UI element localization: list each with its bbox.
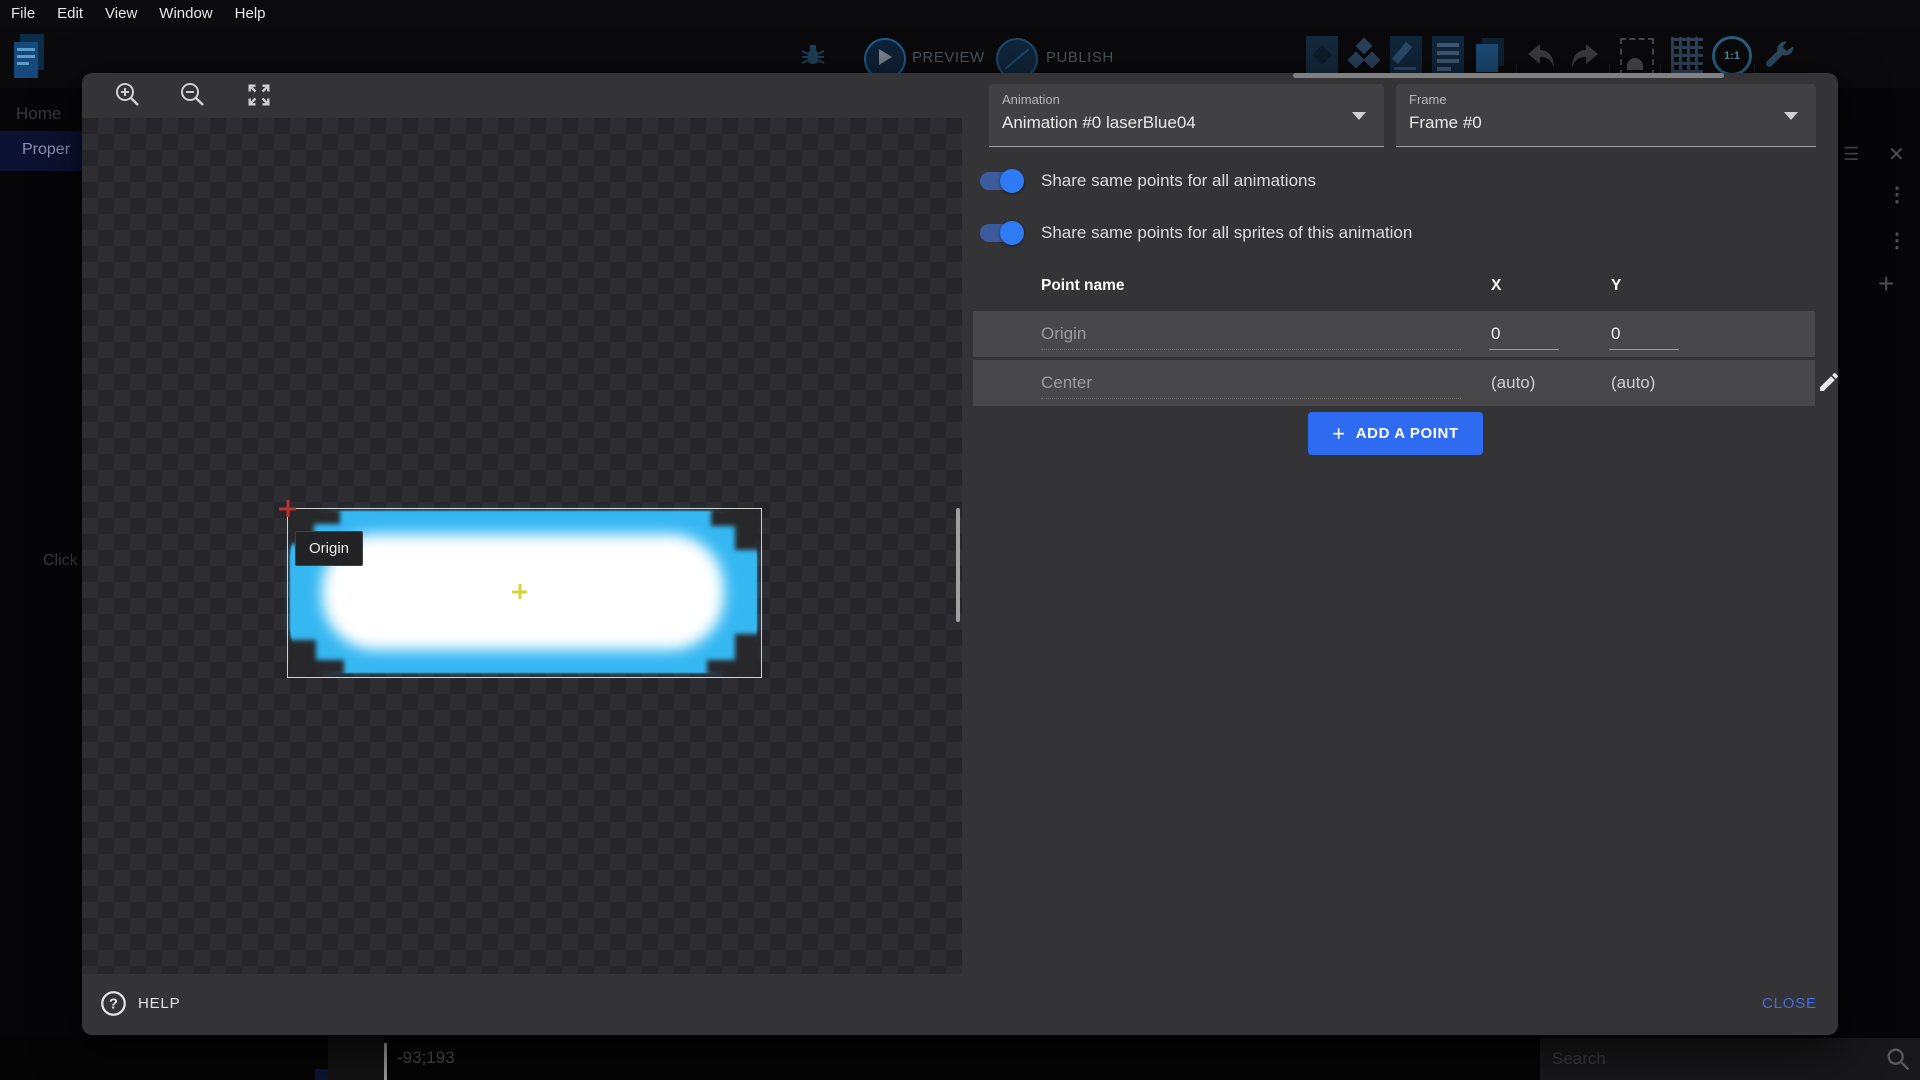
col-header-point-name: Point name <box>1041 277 1125 295</box>
edit-center-pencil-icon[interactable] <box>1817 370 1841 394</box>
animation-select-label: Animation <box>1002 92 1060 107</box>
frame-select-label: Frame <box>1409 92 1447 107</box>
menu-bar: File Edit View Window Help <box>0 0 1920 26</box>
edit-points-dialog: Origin Animation Animation #0 laserBlue0… <box>82 73 1838 1035</box>
share-points-all-animations-toggle[interactable] <box>980 172 1020 190</box>
instances-list-icon[interactable] <box>1432 36 1464 76</box>
project-manager-icon[interactable] <box>14 34 48 82</box>
kebab-menu-icon[interactable]: ⋮ <box>1887 182 1907 207</box>
add-point-label: ADD A POINT <box>1356 425 1459 442</box>
col-header-x: X <box>1491 277 1501 295</box>
publish-button[interactable]: PUBLISH <box>1046 49 1114 66</box>
layers-icon[interactable] <box>1474 36 1506 76</box>
menu-edit[interactable]: Edit <box>46 5 94 22</box>
point-y-cell: (auto) <box>1611 373 1655 393</box>
object-groups-icon[interactable] <box>1348 36 1380 76</box>
animation-select-value: Animation #0 laserBlue04 <box>1002 113 1196 133</box>
table-row-origin[interactable]: Origin 0 0 <box>973 311 1815 357</box>
menu-help[interactable]: Help <box>224 5 277 22</box>
add-point-button[interactable]: + ADD A POINT <box>1308 412 1483 455</box>
grid-icon[interactable] <box>1671 37 1703 73</box>
share-points-all-sprites-toggle[interactable] <box>980 224 1020 242</box>
svg-text:?: ? <box>109 997 118 1013</box>
tab-properties-label: Proper <box>22 141 70 159</box>
preview-scrollbar[interactable] <box>956 508 960 622</box>
preview-button[interactable]: PREVIEW <box>912 49 985 66</box>
frame-select-value: Frame #0 <box>1409 113 1482 133</box>
sprite-preview-canvas[interactable]: Origin <box>82 118 962 974</box>
origin-tooltip: Origin <box>295 531 363 566</box>
point-x-cell[interactable]: 0 <box>1491 324 1500 344</box>
share-points-all-sprites-label: Share same points for all sprites of thi… <box>1041 223 1412 243</box>
zoom-one-to-one-icon[interactable]: 1:1 <box>1712 36 1752 76</box>
tab-properties[interactable]: Proper <box>0 131 82 171</box>
tab-home[interactable]: Home <box>16 104 61 124</box>
help-button[interactable]: HELP <box>138 995 180 1012</box>
one-to-one-label: 1:1 <box>1724 50 1740 62</box>
menu-window[interactable]: Window <box>148 5 223 22</box>
col-header-y: Y <box>1611 277 1621 295</box>
origin-point-marker[interactable] <box>279 500 296 517</box>
point-x-cell: (auto) <box>1491 373 1535 393</box>
horizontal-scrollbar[interactable] <box>1293 73 1724 78</box>
redo-icon[interactable] <box>1568 42 1600 72</box>
menu-view[interactable]: View <box>94 5 148 22</box>
close-button[interactable]: CLOSE <box>1762 995 1817 1012</box>
search-icon <box>1884 1045 1912 1073</box>
chevron-down-icon <box>1784 112 1798 120</box>
sort-icon[interactable]: ☰ <box>1843 144 1859 165</box>
menu-file[interactable]: File <box>0 5 46 22</box>
point-name-cell[interactable]: Origin <box>1041 324 1086 344</box>
fit-to-screen-icon[interactable] <box>245 81 273 109</box>
wrench-icon[interactable] <box>1764 38 1796 72</box>
origin-tooltip-label: Origin <box>309 540 349 557</box>
search-placeholder: Search <box>1552 1049 1606 1069</box>
status-divider <box>384 1043 387 1080</box>
status-block <box>328 1035 384 1080</box>
help-icon[interactable]: ? <box>100 990 127 1017</box>
share-points-all-animations-label: Share same points for all animations <box>1041 171 1316 191</box>
app-root: File Edit View Window Help PREVIEW <box>0 0 1920 1080</box>
center-point-marker[interactable] <box>512 584 527 599</box>
edit-scene-icon[interactable] <box>1390 36 1422 76</box>
instance-hint-text: Click <box>43 552 78 570</box>
mask-selection-icon[interactable] <box>1620 38 1654 76</box>
kebab-menu-icon-2[interactable]: ⋮ <box>1887 228 1907 253</box>
search-field[interactable]: Search <box>1540 1038 1920 1080</box>
chevron-down-icon <box>1352 112 1366 120</box>
animation-select[interactable]: Animation Animation #0 laserBlue04 <box>989 84 1384 147</box>
point-y-cell[interactable]: 0 <box>1611 324 1620 344</box>
table-row-center[interactable]: Center (auto) (auto) <box>973 360 1815 406</box>
zoom-out-icon[interactable] <box>179 81 207 109</box>
panel-close-icon[interactable]: ✕ <box>1888 142 1905 167</box>
undo-icon[interactable] <box>1526 42 1558 72</box>
add-panel-icon[interactable]: + <box>1878 268 1894 300</box>
zoom-in-icon[interactable] <box>114 81 142 109</box>
add-object-icon[interactable] <box>1306 36 1338 76</box>
frame-select[interactable]: Frame Frame #0 <box>1396 84 1816 147</box>
point-name-cell[interactable]: Center <box>1041 373 1092 393</box>
debug-icon[interactable] <box>800 42 826 70</box>
cursor-coordinates: -93;193 <box>397 1048 455 1068</box>
